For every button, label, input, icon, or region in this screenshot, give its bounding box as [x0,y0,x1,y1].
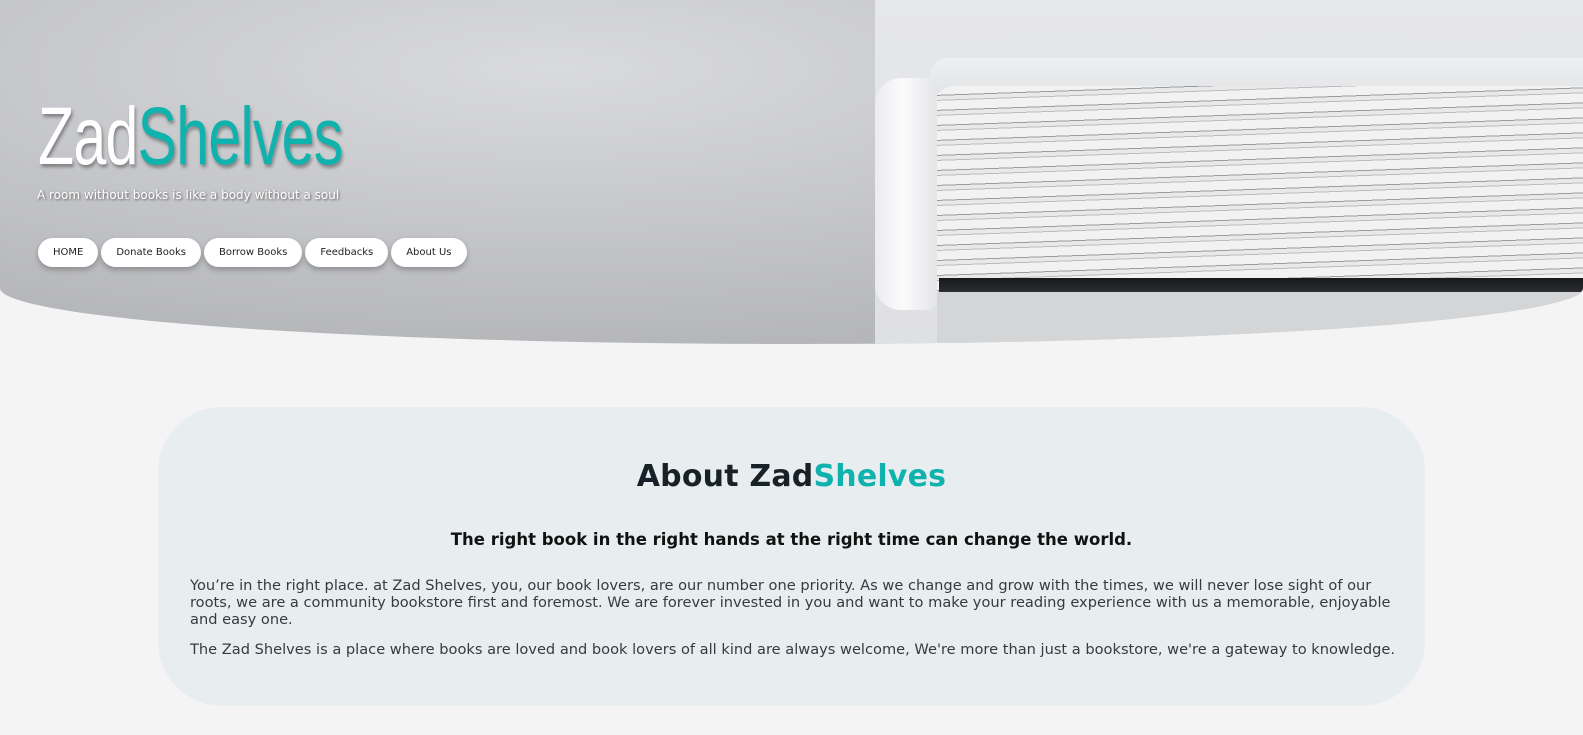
book-image [875,0,1583,344]
about-title: About ZadShelves [158,459,1425,494]
logo-text-shelves: Shelves [137,91,344,182]
about-title-part1: About Zad [636,459,814,494]
site-logo[interactable]: ZadShelves [38,92,343,182]
hero-banner: ZadShelves A room without books is like … [0,0,1583,344]
about-subtitle: The right book in the right hands at the… [450,530,1133,549]
nav-home[interactable]: HOME [38,238,99,267]
about-paragraph-2: The Zad Shelves is a place where books a… [190,641,1396,658]
nav-about-us[interactable]: About Us [391,238,467,267]
logo-text-zad: Zad [38,91,138,182]
nav-feedbacks[interactable]: Feedbacks [305,238,389,267]
nav-donate-books[interactable]: Donate Books [101,238,201,267]
site-tagline: A room without books is like a body with… [37,188,340,202]
about-section: About ZadShelves The right book in the r… [158,407,1425,706]
main-nav: HOME Donate Books Borrow Books Feedbacks… [38,238,467,267]
nav-borrow-books[interactable]: Borrow Books [203,238,303,267]
about-title-accent: Shelves [813,459,947,494]
about-paragraph-1: You’re in the right place. at Zad Shelve… [190,577,1391,628]
